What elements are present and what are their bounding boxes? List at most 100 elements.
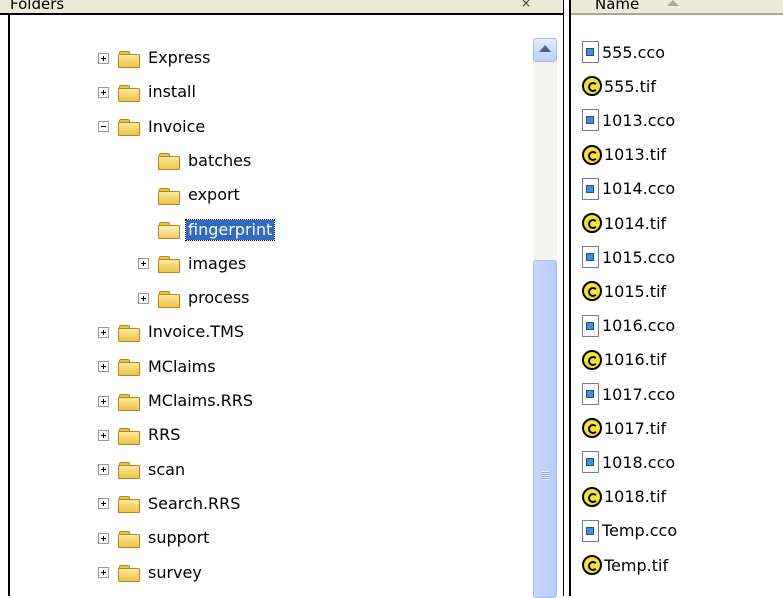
tree-item-label: MClaims.RRS [148, 391, 254, 410]
tree-item-support[interactable]: support [98, 525, 211, 551]
cco-file-icon [581, 519, 600, 542]
scrollbar-thumb[interactable] [533, 260, 557, 598]
expand-plus-icon[interactable] [138, 292, 149, 304]
cco-file-icon [581, 314, 600, 337]
file-item[interactable]: 1014.tif [581, 208, 666, 238]
vertical-scrollbar[interactable] [533, 38, 557, 598]
file-item[interactable]: 555.tif [581, 71, 656, 101]
file-item[interactable]: 1017.tif [581, 413, 666, 443]
file-name: Temp.tif [604, 555, 669, 575]
tree-item-invoice[interactable]: Invoice [98, 114, 207, 140]
file-item[interactable]: 555.cco [581, 37, 665, 67]
file-item[interactable]: 1016.tif [581, 345, 666, 375]
file-item[interactable]: Temp.cco [581, 516, 677, 546]
tif-file-icon [581, 143, 603, 167]
file-name: 555.tif [604, 76, 656, 96]
file-item[interactable]: 1013.cco [581, 105, 675, 135]
file-name: 1017.cco [602, 384, 676, 404]
tree-item-mclaims-rrs[interactable]: MClaims.RRS [98, 388, 255, 414]
expand-plus-icon[interactable] [98, 464, 109, 476]
file-item[interactable]: 1013.tif [581, 140, 666, 170]
file-name: 1018.tif [604, 487, 667, 507]
file-item[interactable]: 1017.cco [581, 379, 675, 409]
expand-plus-icon[interactable] [98, 429, 109, 441]
expand-plus-icon[interactable] [98, 326, 109, 338]
tree-item-rrs[interactable]: RRS [98, 422, 182, 448]
pane-border [8, 13, 10, 596]
tree-item-invoice-tms[interactable]: Invoice.TMS [98, 319, 246, 345]
expand-plus-icon[interactable] [98, 567, 109, 578]
folder-icon [118, 427, 140, 445]
expand-plus-icon[interactable] [138, 258, 149, 270]
tree-item-label: support [148, 528, 210, 548]
file-name: 1015.cco [602, 247, 676, 267]
tree-item-images[interactable]: images [138, 251, 248, 277]
tree-item-label: RRS [148, 425, 181, 445]
expand-plus-icon[interactable] [98, 361, 109, 373]
expand-plus-icon[interactable] [98, 532, 109, 544]
file-item[interactable]: 1018.cco [581, 447, 675, 477]
file-name: 1016.cco [602, 316, 676, 336]
file-name: 1013.tif [604, 145, 667, 165]
file-item[interactable]: Temp.tif [581, 550, 668, 580]
tree-item-survey[interactable]: survey [98, 560, 204, 586]
tree-item-label: scan [148, 459, 186, 479]
file-name: 1015.tif [604, 281, 667, 301]
file-item[interactable]: 1015.cco [581, 242, 675, 272]
scrollbar-grip-icon [541, 471, 549, 480]
folder-icon [118, 564, 140, 582]
file-item[interactable]: 1015.tif [581, 276, 666, 306]
expand-plus-icon[interactable] [98, 395, 109, 407]
cco-file-icon [581, 109, 600, 132]
tree-item-search-rrs[interactable]: Search.RRS [98, 491, 242, 517]
cco-file-icon [581, 451, 600, 474]
tree-item-label: images [188, 253, 247, 273]
file-item[interactable]: 1016.cco [581, 311, 675, 341]
folder-icon [118, 393, 140, 411]
tif-file-icon [581, 553, 603, 577]
tif-file-icon [581, 485, 603, 509]
file-name: 1018.cco [602, 452, 676, 472]
expand-plus-icon[interactable] [98, 52, 109, 64]
tree-item-label: batches [188, 150, 252, 170]
tif-file-icon [581, 279, 603, 303]
files-pane: Name 555.cco 555.tif 1013.cco 1013.tif 1014.… [569, 0, 783, 596]
tree-item-label: fingerprint [184, 218, 276, 241]
file-name: 1016.tif [604, 350, 667, 370]
tree-item-process[interactable]: process [138, 285, 251, 311]
file-name: 1014.cco [602, 179, 676, 199]
folder-icon [118, 324, 140, 342]
tree-item-mclaims[interactable]: MClaims [98, 354, 218, 380]
folder-icon [118, 50, 140, 68]
cco-file-icon [581, 41, 600, 63]
name-column-header[interactable]: Name [595, 0, 639, 13]
tree-item-batches[interactable]: batches [138, 148, 253, 174]
expand-plus-icon[interactable] [98, 86, 109, 98]
open-folder-icon [158, 221, 180, 239]
tree-item-label: process [188, 288, 250, 308]
tree-item-label: Express [148, 48, 211, 67]
tif-file-icon [581, 348, 603, 372]
folder-icon [158, 290, 180, 308]
file-name: 1014.tif [604, 213, 667, 233]
tree-item-express[interactable]: Express [98, 45, 212, 71]
folder-icon [118, 495, 140, 514]
tree-item-install[interactable]: install [98, 79, 198, 105]
scroll-up-button[interactable] [533, 38, 557, 62]
close-icon[interactable]: × [521, 0, 531, 10]
tree-item-export[interactable]: export [138, 182, 242, 208]
tif-file-icon [581, 416, 603, 440]
tif-file-icon [581, 74, 603, 98]
expand-plus-icon[interactable] [98, 498, 109, 510]
file-name: 555.cco [602, 42, 666, 62]
tree-item-fingerprint[interactable]: fingerprint [138, 217, 276, 243]
collapse-minus-icon[interactable] [98, 121, 109, 133]
file-item[interactable]: 1014.cco [581, 174, 675, 204]
folder-icon [118, 461, 140, 480]
file-name: 1013.cco [602, 110, 676, 130]
folders-pane: Folders × Express install Invoice batches ex… [0, 0, 564, 598]
folder-icon [118, 118, 140, 137]
tree-item-label: export [188, 185, 240, 205]
file-item[interactable]: 1018.tif [581, 482, 666, 512]
tree-item-scan[interactable]: scan [98, 457, 187, 483]
